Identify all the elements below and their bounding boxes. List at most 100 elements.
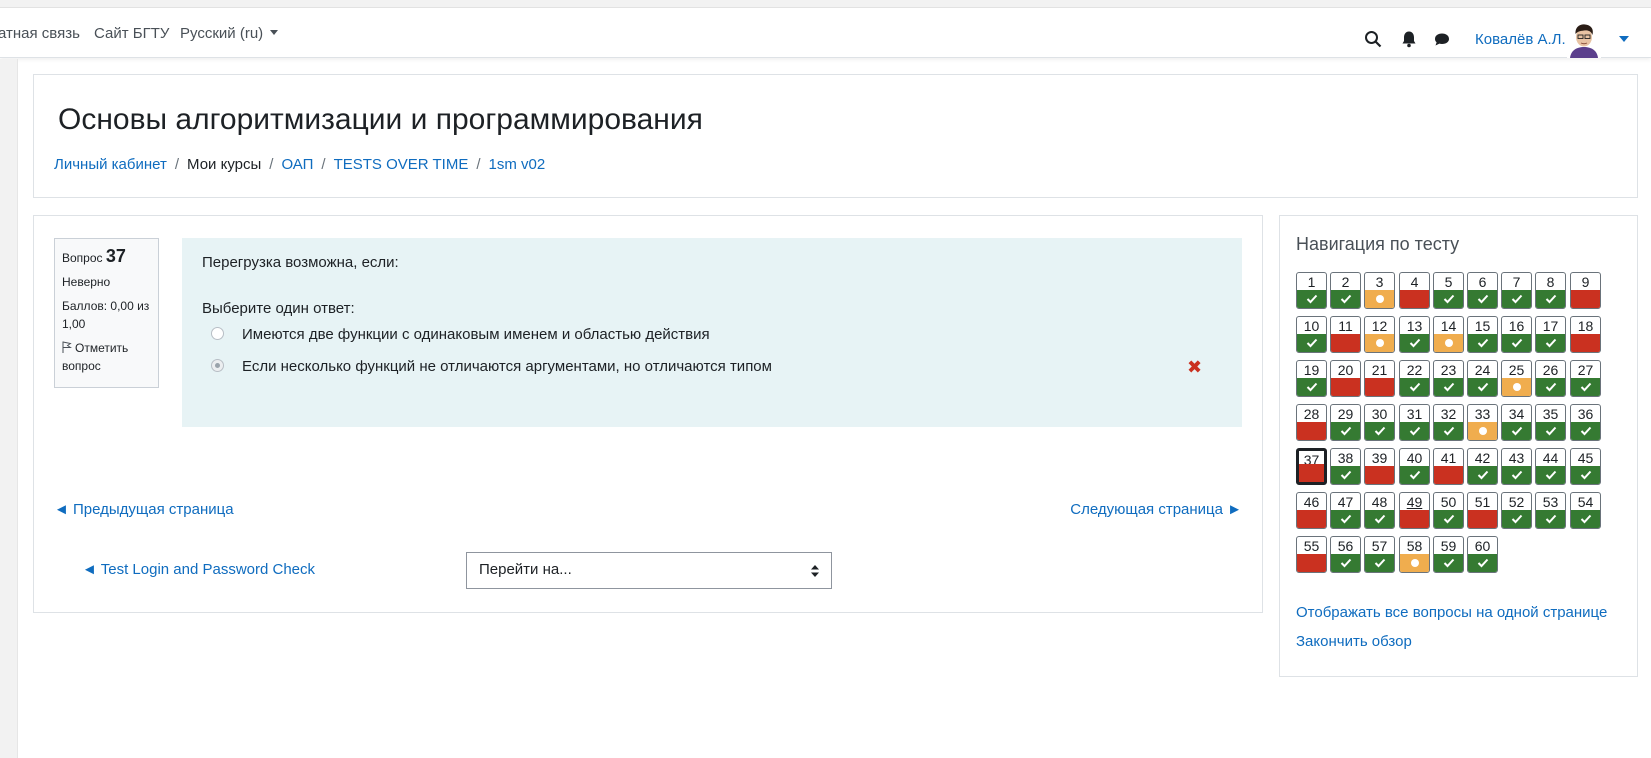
search-icon[interactable] [1364, 30, 1382, 48]
quiz-nav-button[interactable]: 56 [1330, 536, 1361, 573]
previous-page-link[interactable]: ◄ Предыдущая страница [54, 501, 234, 518]
answer-option[interactable]: Имеются две функции с одинаковым именем … [211, 326, 710, 343]
quiz-nav-button[interactable]: 17 [1535, 316, 1566, 353]
chat-icon[interactable] [1433, 30, 1451, 48]
quiz-nav-button[interactable]: 53 [1535, 492, 1566, 529]
quiz-nav-button[interactable]: 8 [1535, 272, 1566, 309]
quiz-nav-button[interactable]: 18 [1570, 316, 1601, 353]
quiz-nav-status-correct [1468, 290, 1497, 308]
quiz-nav-button[interactable]: 57 [1364, 536, 1395, 573]
quiz-nav-button[interactable]: 12 [1364, 316, 1395, 353]
breadcrumb-item[interactable]: 1sm v02 [489, 156, 546, 173]
quiz-nav-button-number: 46 [1303, 494, 1320, 510]
question-region: Вопрос 37 Неверно Баллов: 0,00 из 1,00 О… [33, 215, 1263, 613]
bell-icon[interactable] [1400, 30, 1418, 48]
quiz-nav-button[interactable]: 10 [1296, 316, 1327, 353]
check-icon [1306, 382, 1317, 392]
flag-question-button[interactable]: Отметить вопрос [62, 339, 151, 375]
quiz-nav-button[interactable]: 49 [1399, 492, 1430, 529]
quiz-nav-button[interactable]: 30 [1364, 404, 1395, 441]
quiz-nav-button[interactable]: 44 [1535, 448, 1566, 485]
quiz-nav-button[interactable]: 36 [1570, 404, 1601, 441]
quiz-nav-button[interactable]: 59 [1433, 536, 1464, 573]
quiz-nav-status-correct [1536, 422, 1565, 440]
quiz-nav-status-partial [1468, 422, 1497, 440]
breadcrumb-item[interactable]: Личный кабинет [54, 156, 167, 173]
quiz-nav-button[interactable]: 43 [1501, 448, 1532, 485]
quiz-nav-button[interactable]: 42 [1467, 448, 1498, 485]
quiz-nav-button[interactable]: 14 [1433, 316, 1464, 353]
quiz-nav-button[interactable]: 5 [1433, 272, 1464, 309]
quiz-nav-button[interactable]: 22 [1399, 360, 1430, 397]
quiz-nav-button[interactable]: 52 [1501, 492, 1532, 529]
quiz-nav-button[interactable]: 24 [1467, 360, 1498, 397]
quiz-nav-button[interactable]: 15 [1467, 316, 1498, 353]
answer-option[interactable]: Если несколько функций не отличаются арг… [211, 358, 772, 375]
quiz-nav-button[interactable]: 33 [1467, 404, 1498, 441]
quiz-nav-button[interactable]: 32 [1433, 404, 1464, 441]
quiz-nav-status-correct [1571, 422, 1600, 440]
quiz-nav-button[interactable]: 38 [1330, 448, 1361, 485]
quiz-nav-button[interactable]: 6 [1467, 272, 1498, 309]
user-avatar[interactable] [1567, 22, 1601, 58]
language-menu[interactable]: Русский ‎(ru)‎ [180, 25, 279, 42]
quiz-nav-button[interactable]: 16 [1501, 316, 1532, 353]
quiz-nav-button[interactable]: 45 [1570, 448, 1601, 485]
quiz-nav-button[interactable]: 58 [1399, 536, 1430, 573]
quiz-nav-button[interactable]: 60 [1467, 536, 1498, 573]
partial-dot-icon [1512, 383, 1521, 391]
finish-review-link[interactable]: Закончить обзор [1296, 633, 1412, 650]
quiz-nav-button[interactable]: 28 [1296, 404, 1327, 441]
quiz-nav-button[interactable]: 48 [1364, 492, 1395, 529]
quiz-nav-button[interactable]: 19 [1296, 360, 1327, 397]
user-menu-caret-icon[interactable] [1619, 36, 1629, 42]
quiz-nav-status-correct [1400, 378, 1429, 396]
quiz-nav-button[interactable]: 26 [1535, 360, 1566, 397]
quiz-nav-button[interactable]: 41 [1433, 448, 1464, 485]
quiz-nav-button[interactable]: 2 [1330, 272, 1361, 309]
breadcrumb-item[interactable]: ОАП [281, 156, 313, 173]
quiz-nav-button[interactable]: 4 [1399, 272, 1430, 309]
quiz-nav-button[interactable]: 39 [1364, 448, 1395, 485]
quiz-nav-button[interactable]: 3 [1364, 272, 1395, 309]
incorrect-cross-icon: ✖ [1187, 357, 1203, 377]
quiz-nav-button[interactable]: 37 [1296, 448, 1327, 485]
check-icon [1374, 514, 1385, 524]
quiz-nav-button[interactable]: 46 [1296, 492, 1327, 529]
jump-to-activity-select[interactable]: Перейти на... [466, 552, 832, 589]
quiz-nav-status-correct [1331, 422, 1360, 440]
next-page-link[interactable]: Следующая страница ► [1070, 501, 1242, 518]
breadcrumb-item[interactable]: TESTS OVER TIME [334, 156, 469, 173]
quiz-nav-button-number: 43 [1508, 450, 1525, 466]
quiz-nav-button[interactable]: 51 [1467, 492, 1498, 529]
quiz-nav-button[interactable]: 21 [1364, 360, 1395, 397]
quiz-nav-button[interactable]: 54 [1570, 492, 1601, 529]
radio-button[interactable] [211, 327, 224, 340]
quiz-nav-button[interactable]: 35 [1535, 404, 1566, 441]
quiz-nav-button[interactable]: 27 [1570, 360, 1601, 397]
show-all-questions-link[interactable]: Отображать все вопросы на одной странице [1296, 604, 1607, 621]
quiz-nav-button[interactable]: 1 [1296, 272, 1327, 309]
quiz-nav-button[interactable]: 34 [1501, 404, 1532, 441]
quiz-nav-button[interactable]: 9 [1570, 272, 1601, 309]
quiz-nav-button[interactable]: 25 [1501, 360, 1532, 397]
user-name[interactable]: Ковалёв А.Л. [1475, 31, 1566, 48]
nav-link-feedback[interactable]: атная связь [0, 25, 80, 42]
quiz-nav-button[interactable]: 50 [1433, 492, 1464, 529]
quiz-nav-button[interactable]: 20 [1330, 360, 1361, 397]
quiz-nav-button[interactable]: 29 [1330, 404, 1361, 441]
previous-activity-link[interactable]: ◄ Test Login and Password Check [82, 561, 315, 578]
quiz-nav-button[interactable]: 11 [1330, 316, 1361, 353]
radio-button-selected[interactable] [211, 359, 224, 372]
quiz-nav-button-number: 16 [1508, 318, 1525, 334]
quiz-nav-button[interactable]: 13 [1399, 316, 1430, 353]
quiz-nav-button[interactable]: 7 [1501, 272, 1532, 309]
quiz-nav-status-correct [1400, 334, 1429, 352]
nav-link-bstu-site[interactable]: Сайт БГТУ [94, 25, 169, 42]
quiz-nav-button[interactable]: 55 [1296, 536, 1327, 573]
quiz-nav-status-correct [1331, 510, 1360, 528]
quiz-nav-button[interactable]: 40 [1399, 448, 1430, 485]
quiz-nav-button[interactable]: 47 [1330, 492, 1361, 529]
quiz-nav-button[interactable]: 23 [1433, 360, 1464, 397]
quiz-nav-button[interactable]: 31 [1399, 404, 1430, 441]
